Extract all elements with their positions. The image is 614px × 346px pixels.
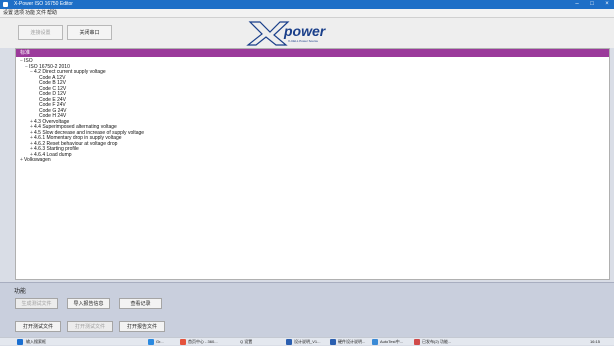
open-test-file-button-2[interactable]: 打开测试文件 xyxy=(67,321,113,332)
minimize-button[interactable]: – xyxy=(570,0,584,9)
app-window: X-Power ISO 16750 Editor – □ × 设置 选项 功能 … xyxy=(0,0,614,345)
open-test-file-button[interactable]: 打开测试文件 xyxy=(15,321,61,332)
logo-subtitle: X-CELL Power Source xyxy=(288,39,318,43)
menu-functions[interactable]: 功能 xyxy=(25,9,35,18)
test-tree: −ISO −ISO 16750-2 2010 −4.2 Direct current… xyxy=(16,57,609,164)
xpower-logo: power X-CELL Power Source xyxy=(246,21,327,46)
windows-start-icon[interactable] xyxy=(17,339,23,345)
view-records-button[interactable]: 查看记录 xyxy=(119,298,162,309)
app-icon-2[interactable] xyxy=(414,339,420,345)
close-button[interactable]: × xyxy=(600,0,614,9)
menu-file[interactable]: 文件 xyxy=(36,9,46,18)
generate-test-file-button[interactable]: 生成测试文件 xyxy=(15,298,58,309)
menu-help[interactable]: 帮助 xyxy=(47,9,57,18)
taskbar: 输入搜索框 Gr... 首页中心 - 360... Q 设置 设计说明_V1..… xyxy=(0,337,614,345)
maximize-button[interactable]: □ xyxy=(585,0,599,9)
function-panel: 功能 生成测试文件 导入报告信息 查看记录 打开测试文件 打开测试文件 打开报告… xyxy=(0,282,614,337)
word-icon-2[interactable] xyxy=(330,339,336,345)
test-tree-panel: 标准 −ISO −ISO 16750-2 2010 −4.2 Direct curr… xyxy=(15,48,610,280)
window-title: X-Power ISO 16750 Editor xyxy=(14,1,73,7)
connect-settings-button[interactable]: 连接设置 xyxy=(18,25,63,40)
menu-bar: 设置 选项 功能 文件 帮助 xyxy=(0,9,614,18)
function-panel-title: 功能 xyxy=(14,289,27,295)
browser-icon[interactable] xyxy=(180,339,186,345)
import-report-info-button[interactable]: 导入报告信息 xyxy=(67,298,110,309)
autotest-icon[interactable] xyxy=(372,339,378,345)
menu-options[interactable]: 选项 xyxy=(14,9,24,18)
tree-node[interactable]: +Volkswagen xyxy=(16,157,609,164)
menu-settings[interactable]: 设置 xyxy=(3,9,13,18)
title-bar: X-Power ISO 16750 Editor – □ × xyxy=(0,0,614,9)
open-report-file-button[interactable]: 打开报告文件 xyxy=(119,321,165,332)
logo-brand: power xyxy=(283,23,327,39)
tree-node-label: Volkswagen xyxy=(24,157,51,163)
tree-header: 标准 xyxy=(16,49,609,57)
taskbar-app-icon[interactable] xyxy=(148,339,154,345)
word-icon[interactable] xyxy=(286,339,292,345)
app-icon xyxy=(3,2,8,7)
close-port-button[interactable]: 关闭串口 xyxy=(67,25,112,40)
